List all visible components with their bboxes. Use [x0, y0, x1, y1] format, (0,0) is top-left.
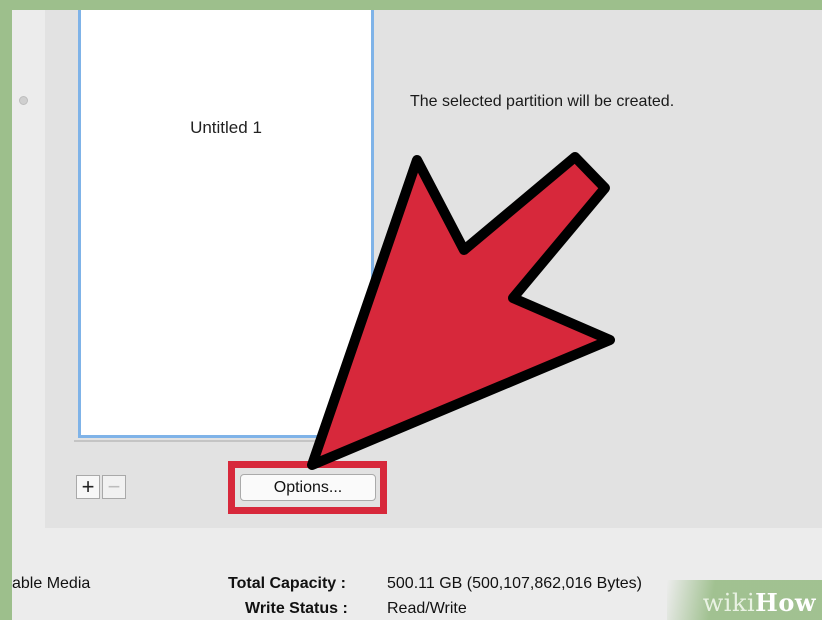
partition-message: The selected partition will be created. [410, 93, 675, 110]
total-capacity-label: Total Capacity : [228, 575, 346, 592]
partition-name: Untitled 1 [190, 118, 262, 137]
options-button[interactable]: Options... [240, 474, 376, 501]
write-status-label: Write Status : [245, 600, 348, 617]
total-capacity-value: 500.11 GB (500,107,862,016 Bytes) [387, 575, 642, 592]
partition-divider [74, 440, 379, 442]
watermark-logo: wikiHow [667, 580, 822, 620]
media-label: able Media [12, 575, 91, 592]
write-status-value: Read/Write [387, 600, 467, 617]
watermark-how-text: How [755, 588, 816, 617]
remove-partition-button[interactable]: − [102, 475, 126, 499]
sidebar-indicator-icon [19, 96, 28, 105]
partition-layout-item[interactable]: Untitled 1 [78, 10, 374, 438]
disk-utility-window: Untitled 1 The selected partition will b… [12, 10, 822, 620]
watermark-wiki-text: wiki [702, 589, 756, 617]
add-partition-button[interactable]: + [76, 475, 100, 499]
